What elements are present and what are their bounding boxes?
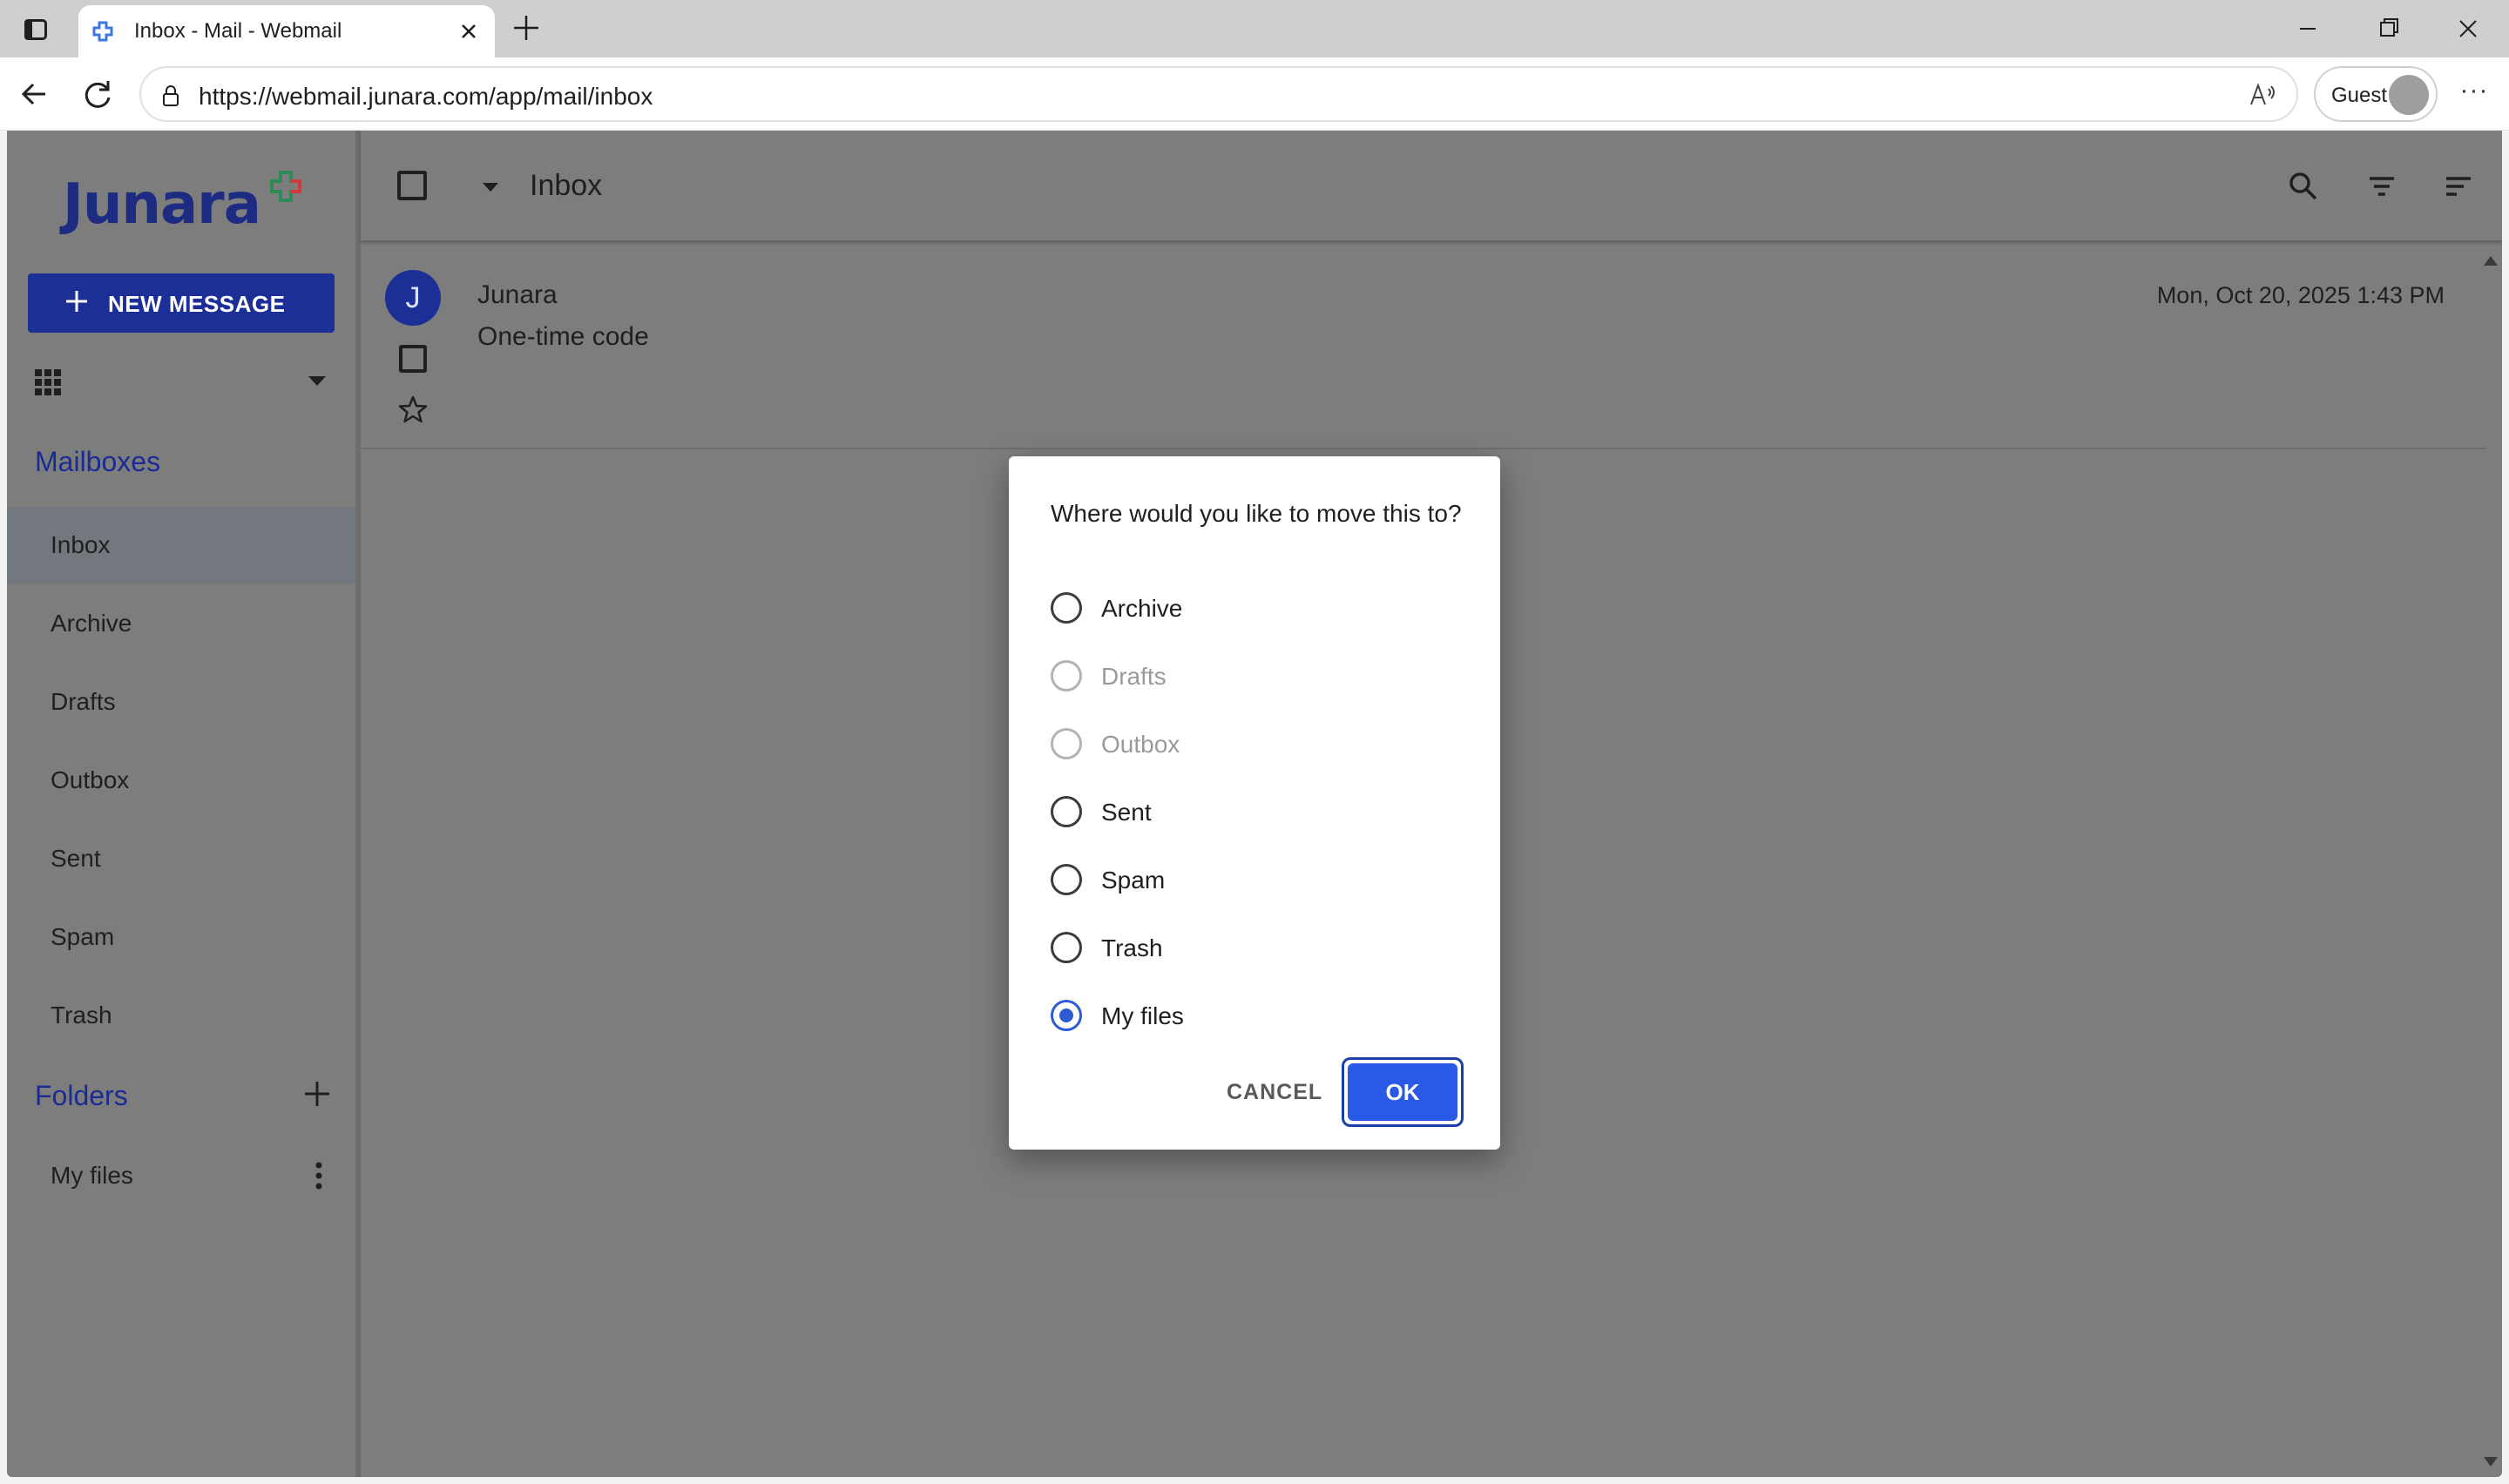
profile-avatar-icon — [2389, 75, 2429, 115]
message-subject: One-time code — [477, 322, 649, 351]
radio-button[interactable] — [1051, 932, 1082, 963]
filter-icon[interactable] — [2364, 169, 2399, 204]
new-message-button[interactable]: NEW MESSAGE — [28, 273, 335, 333]
move-option-spam[interactable]: Spam — [1051, 853, 1451, 906]
radio-button[interactable] — [1051, 864, 1082, 895]
move-option-outbox: Outbox — [1051, 718, 1451, 770]
ok-button-label: OK — [1348, 1063, 1457, 1121]
sidebar-item-spam[interactable]: Spam — [7, 899, 355, 975]
apps-grid-icon[interactable] — [33, 368, 63, 397]
sidebar-item-outbox[interactable]: Outbox — [7, 742, 355, 819]
back-arrow-icon[interactable] — [14, 73, 56, 115]
message-date: Mon, Oct 20, 2025 1:43 PM — [2156, 282, 2445, 308]
read-aloud-icon[interactable] — [2248, 80, 2277, 110]
address-bar-row: https://webmail.junara.com/app/mail/inbo… — [0, 57, 2509, 131]
sender-avatar: J — [385, 270, 441, 326]
new-tab-icon[interactable] — [509, 10, 544, 45]
radio-button — [1051, 728, 1082, 759]
junara-favicon-icon — [92, 21, 113, 42]
close-window-icon[interactable] — [2438, 9, 2499, 49]
url-field[interactable]: https://webmail.junara.com/app/mail/inbo… — [139, 66, 2298, 122]
dialog-title: Where would you like to move this to? — [1051, 500, 1462, 527]
move-option-my-files[interactable]: My files — [1051, 989, 1451, 1042]
scroll-up-arrow-icon[interactable] — [2483, 254, 2499, 266]
move-option-trash[interactable]: Trash — [1051, 921, 1451, 974]
sidebar-item-inbox[interactable]: Inbox — [7, 507, 355, 583]
scroll-down-arrow-icon[interactable] — [2483, 1456, 2499, 1468]
add-folder-icon[interactable] — [300, 1076, 335, 1111]
message-row[interactable]: J Junara One-time code Mon, Oct 20, 2025… — [361, 240, 2486, 449]
tab-actions-icon[interactable] — [19, 12, 52, 45]
move-option-drafts: Drafts — [1051, 650, 1451, 702]
more-options-icon[interactable]: ··· — [2455, 75, 2493, 113]
select-all-checkbox[interactable] — [397, 171, 427, 200]
minimize-icon[interactable] — [2277, 9, 2338, 49]
sidebar: Junara NEW MESSAGE Mailboxes Inbox Archi… — [7, 131, 355, 1477]
search-icon[interactable] — [2286, 169, 2321, 204]
radio-button — [1051, 660, 1082, 691]
move-option-sent[interactable]: Sent — [1051, 786, 1451, 838]
profile-button[interactable]: Guest — [2314, 66, 2438, 122]
star-icon[interactable] — [397, 394, 429, 425]
message-checkbox[interactable] — [399, 345, 427, 373]
sidebar-item-trash[interactable]: Trash — [7, 977, 355, 1054]
move-to-dialog: Where would you like to move this to? Ar… — [1009, 456, 1500, 1150]
junara-logo[interactable]: Junara — [63, 171, 301, 237]
radio-button-selected[interactable] — [1051, 1000, 1082, 1031]
browser-tab[interactable]: Inbox - Mail - Webmail — [78, 5, 495, 57]
sort-icon[interactable] — [2441, 169, 2476, 204]
radio-button[interactable] — [1051, 592, 1082, 624]
message-list-toolbar: Inbox — [361, 131, 2502, 240]
lock-icon[interactable] — [159, 84, 183, 108]
sidebar-item-sent[interactable]: Sent — [7, 820, 355, 897]
mailboxes-heading[interactable]: Mailboxes — [35, 446, 160, 478]
folder-title: Inbox — [530, 169, 603, 202]
message-sender: Junara — [477, 280, 558, 309]
sidebar-item-my-files[interactable]: My files — [7, 1137, 355, 1214]
junara-logo-mark-icon — [270, 171, 301, 202]
tab-title: Inbox - Mail - Webmail — [134, 19, 342, 43]
restore-icon[interactable] — [2357, 9, 2418, 49]
sidebar-item-archive[interactable]: Archive — [7, 585, 355, 662]
close-tab-icon[interactable] — [453, 16, 484, 47]
radio-button[interactable] — [1051, 796, 1082, 827]
folder-options-kebab-icon[interactable] — [308, 1158, 329, 1193]
profile-label: Guest — [2331, 84, 2388, 107]
plus-icon — [66, 291, 87, 312]
selection-caret-down-icon[interactable] — [481, 181, 500, 193]
reload-icon[interactable] — [77, 73, 118, 115]
ok-button[interactable]: OK — [1342, 1057, 1464, 1127]
folders-heading[interactable]: Folders — [35, 1080, 128, 1112]
move-option-archive[interactable]: Archive — [1051, 582, 1451, 634]
browser-tab-strip: Inbox - Mail - Webmail — [0, 0, 2509, 57]
caret-down-icon[interactable] — [307, 374, 328, 388]
url-text: https://webmail.junara.com/app/mail/inbo… — [199, 83, 653, 110]
cancel-button[interactable]: CANCEL — [1227, 1080, 1322, 1105]
sidebar-item-drafts[interactable]: Drafts — [7, 664, 355, 740]
